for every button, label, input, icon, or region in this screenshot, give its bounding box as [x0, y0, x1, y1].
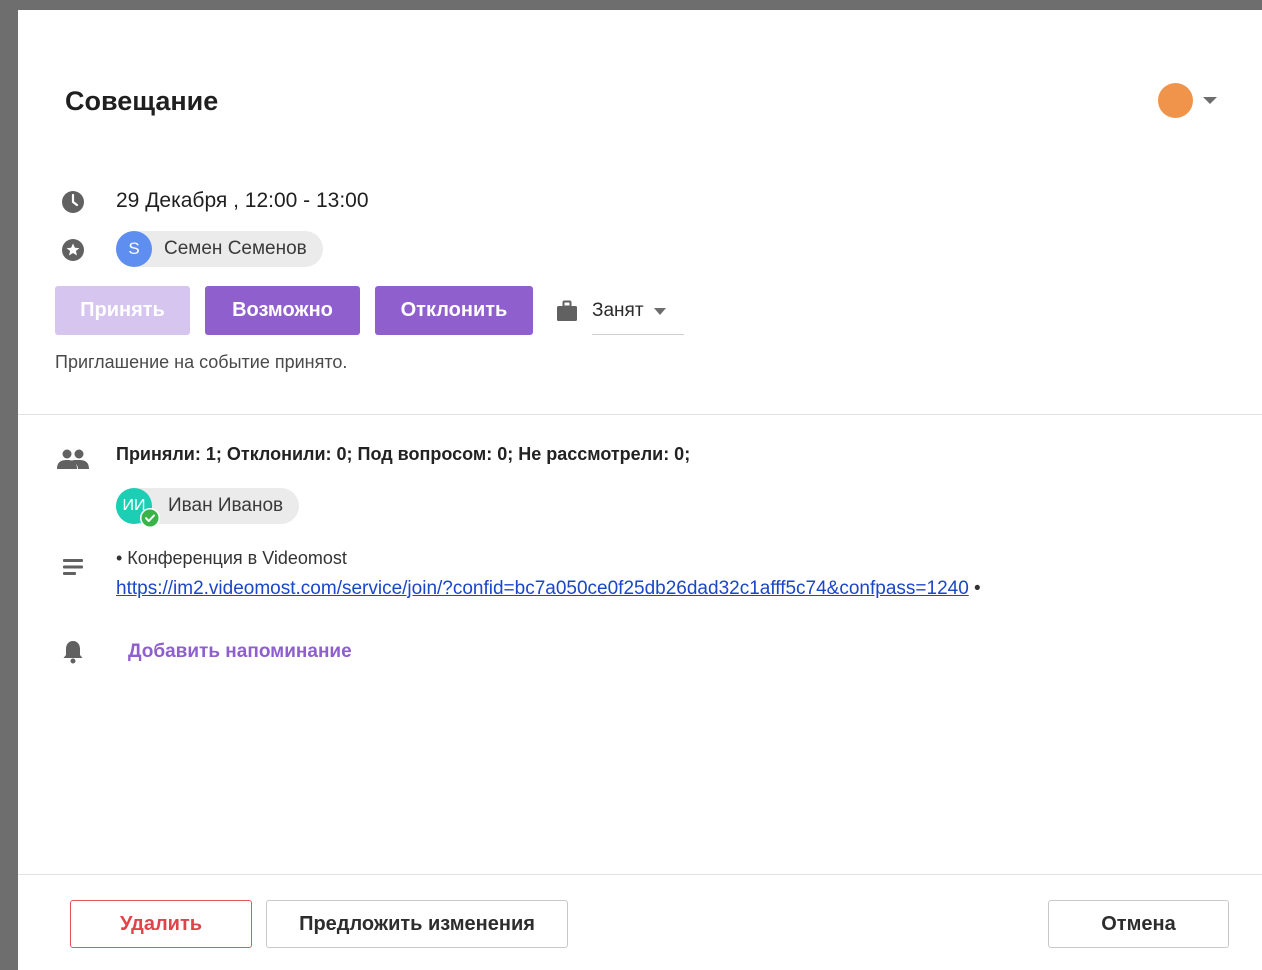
delete-button[interactable]: Удалить: [70, 900, 252, 948]
add-reminder-link[interactable]: Добавить напоминание: [128, 641, 352, 663]
attendees-summary: Приняли: 1; Отклонили: 0; Под вопросом: …: [116, 444, 691, 464]
event-dialog: Совещание 29 Декабря , 12:00 - 13:00 S С…: [18, 10, 1262, 970]
organizer-initial: S: [128, 239, 140, 258]
maybe-button[interactable]: Возможно: [205, 286, 360, 335]
organizer-name: Семен Семенов: [164, 238, 307, 259]
notes-icon: [61, 555, 85, 579]
propose-changes-button[interactable]: Предложить изменения: [266, 900, 568, 948]
availability-value: Занят: [592, 300, 644, 321]
decline-button[interactable]: Отклонить: [375, 286, 533, 335]
description-link-row: https://im2.videomost.com/service/join/?…: [116, 578, 981, 600]
rsvp-status-note: Приглашение на событие принято.: [55, 352, 348, 372]
avatar: S: [116, 231, 152, 267]
cancel-button[interactable]: Отмена: [1048, 900, 1229, 948]
description-suffix: •: [968, 578, 981, 599]
briefcase-icon: [556, 300, 578, 327]
divider: [18, 414, 1262, 415]
description-text: • Конференция в Videomost: [116, 548, 347, 568]
event-date-time: 29 Декабря , 12:00 - 13:00: [116, 189, 369, 212]
chevron-down-icon: [653, 308, 666, 315]
event-title: Совещание: [65, 86, 219, 116]
organizer-chip[interactable]: S Семен Семенов: [116, 231, 323, 267]
check-badge-icon: [140, 508, 160, 528]
footer-divider: [18, 874, 1262, 875]
bell-icon: [61, 640, 85, 664]
availability-select[interactable]: Занят: [592, 294, 684, 335]
event-color-swatch[interactable]: [1158, 83, 1193, 118]
attendee-chip[interactable]: ИИ Иван Иванов: [116, 488, 300, 528]
attendee-name: Иван Иванов: [168, 495, 284, 516]
conference-link[interactable]: https://im2.videomost.com/service/join/?…: [116, 578, 969, 599]
chevron-down-icon[interactable]: [1203, 97, 1217, 104]
clock-icon: [61, 190, 85, 214]
star-badge-icon: [61, 238, 85, 262]
accept-button[interactable]: Принять: [55, 286, 190, 335]
event-color-picker[interactable]: [1158, 83, 1217, 118]
avatar: ИИ: [116, 488, 160, 528]
people-icon: [56, 447, 90, 471]
